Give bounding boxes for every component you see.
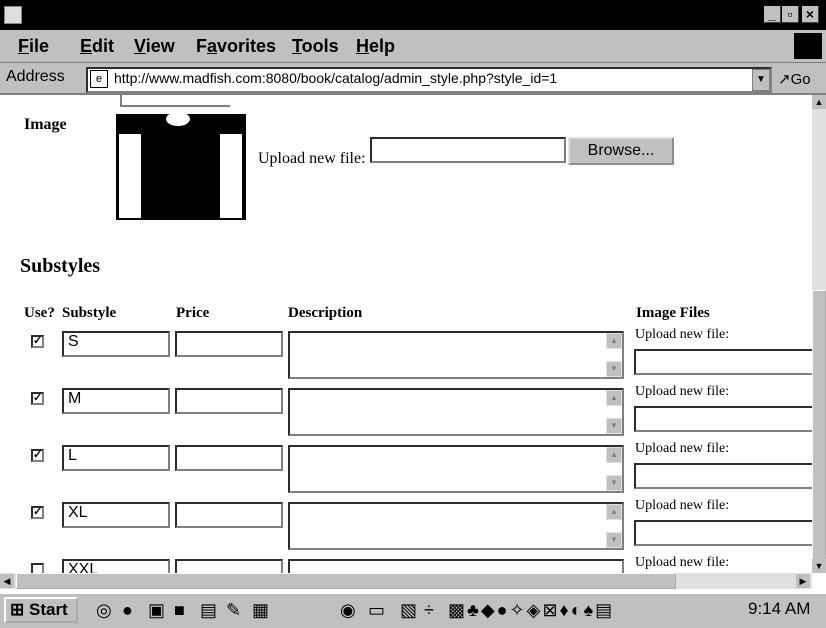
substyles-heading: Substyles [20,255,101,277]
task-app-icon[interactable]: ▧ [400,600,417,621]
textarea-scroll-up-icon[interactable]: ▲ [606,390,622,406]
table-row: XXL Upload new file: [0,555,812,573]
quicklaunch-notepad-icon[interactable]: ✎ [226,600,241,621]
menu-favorites[interactable]: Favorites [196,36,276,57]
scroll-left-icon[interactable]: ◀ [0,574,14,588]
image-upload-input[interactable] [370,137,566,163]
textarea-scroll-down-icon[interactable]: ▼ [606,475,622,491]
row-upload-input[interactable] [634,349,812,375]
row-upload-label: Upload new file: [635,327,730,342]
go-label: Go [790,71,811,88]
price-input[interactable] [175,502,283,528]
image-label: Image [24,116,67,133]
window-title: Catalog Admin: Edit Style - Microsoft In… [24,3,516,24]
col-substyle: Substyle [62,305,117,321]
quicklaunch-explorer-icon[interactable]: ▤ [200,600,217,621]
page-content: Image Upload new file: Browse... Substyl… [0,95,812,573]
description-textarea[interactable] [288,559,624,573]
tshirt-thumbnail [116,114,246,220]
price-input[interactable] [175,388,283,414]
browse-button[interactable]: Browse... [568,137,674,165]
scroll-up-icon[interactable]: ▲ [812,95,826,109]
menu-file[interactable]: File [18,36,49,57]
task-ie-icon[interactable]: ◉ [340,600,356,621]
task-split-icon[interactable]: ÷ [424,600,434,621]
menu-edit[interactable]: Edit [80,36,114,57]
quicklaunch-app-icon[interactable]: ▦ [252,600,269,621]
start-label: Start [28,600,68,619]
price-input[interactable] [175,445,283,471]
substyle-input[interactable]: XL [62,502,170,528]
menu-help[interactable]: Help [356,36,395,57]
col-description: Description [288,305,363,321]
price-input[interactable] [175,559,283,573]
taskbar-clock: 9:14 AM [748,599,811,618]
go-button[interactable]: ↗Go [778,70,811,88]
quicklaunch-channels-icon[interactable]: ■ [174,600,185,621]
textarea-scroll-up-icon[interactable]: ▲ [606,504,622,520]
textarea-scroll-up-icon[interactable]: ▲ [606,333,622,349]
ie-logo-icon [4,6,22,24]
address-dropdown-button[interactable]: ▼ [752,69,770,91]
row-upload-input[interactable] [634,463,812,489]
start-button[interactable]: ⊞ Start [4,597,78,623]
system-tray-icons[interactable]: ▩♣◆●✧◈⊠♦◐♠▤ [448,600,614,621]
substyle-input[interactable]: L [62,445,170,471]
substyle-input[interactable]: XXL [62,559,170,573]
address-url[interactable]: http://www.madfish.com:8080/book/catalog… [114,70,557,86]
row-upload-input[interactable] [634,520,812,546]
scroll-right-icon[interactable]: ▶ [796,574,810,588]
row-upload-input[interactable] [634,406,812,432]
description-textarea[interactable] [288,502,624,550]
page-icon: e [90,70,108,88]
textarea-scroll-down-icon[interactable]: ▼ [606,532,622,548]
ie-throbber-icon [794,33,822,59]
textarea-scroll-up-icon[interactable]: ▲ [606,447,622,463]
row-upload-label: Upload new file: [635,384,730,399]
use-checkbox[interactable]: ✓ [31,335,44,348]
table-row: ✓ L ▲ ▼ Upload new file: [0,441,812,493]
task-window-icon[interactable]: ▭ [368,600,385,621]
quicklaunch-outlook-icon[interactable]: ● [122,600,133,621]
textarea-scroll-down-icon[interactable]: ▼ [606,361,622,377]
col-use: Use? [24,305,55,321]
row-upload-label: Upload new file: [635,555,730,570]
go-arrow-icon: ↗ [778,71,791,88]
use-checkbox[interactable] [31,563,44,573]
substyle-input[interactable]: S [62,331,170,357]
menu-bar [0,30,826,63]
close-button[interactable]: × [802,6,819,23]
substyle-input[interactable]: M [62,388,170,414]
table-row: ✓ M ▲ ▼ Upload new file: [0,384,812,436]
description-textarea[interactable] [288,445,624,493]
scroll-down-icon[interactable]: ▼ [812,559,826,573]
use-checkbox[interactable]: ✓ [31,506,44,519]
clipped-field [120,95,230,107]
minimize-button[interactable]: _ [764,6,781,23]
col-price: Price [176,305,210,321]
use-checkbox[interactable]: ✓ [31,449,44,462]
menu-tools[interactable]: Tools [292,36,339,57]
description-textarea[interactable] [288,331,624,379]
windows-logo-icon: ⊞ [10,600,25,619]
row-upload-label: Upload new file: [635,498,730,513]
maximize-button[interactable]: ▫ [782,6,799,23]
col-image-files: Image Files [636,305,710,321]
row-upload-label: Upload new file: [635,441,730,456]
textarea-scroll-down-icon[interactable]: ▼ [606,418,622,434]
menu-view[interactable]: View [134,36,175,57]
horizontal-scroll-thumb[interactable] [16,573,676,589]
description-textarea[interactable] [288,388,624,436]
table-row: ✓ XL ▲ ▼ Upload new file: [0,498,812,550]
price-input[interactable] [175,331,283,357]
quicklaunch-ie-icon[interactable]: ◎ [96,600,112,621]
upload-label: Upload new file: [258,150,366,167]
use-checkbox[interactable]: ✓ [31,392,44,405]
address-label: Address [6,68,65,85]
quicklaunch-desktop-icon[interactable]: ▣ [148,600,165,621]
vertical-scroll-thumb[interactable] [812,290,826,560]
table-row: ✓ S ▲ ▼ Upload new file: [0,327,812,379]
